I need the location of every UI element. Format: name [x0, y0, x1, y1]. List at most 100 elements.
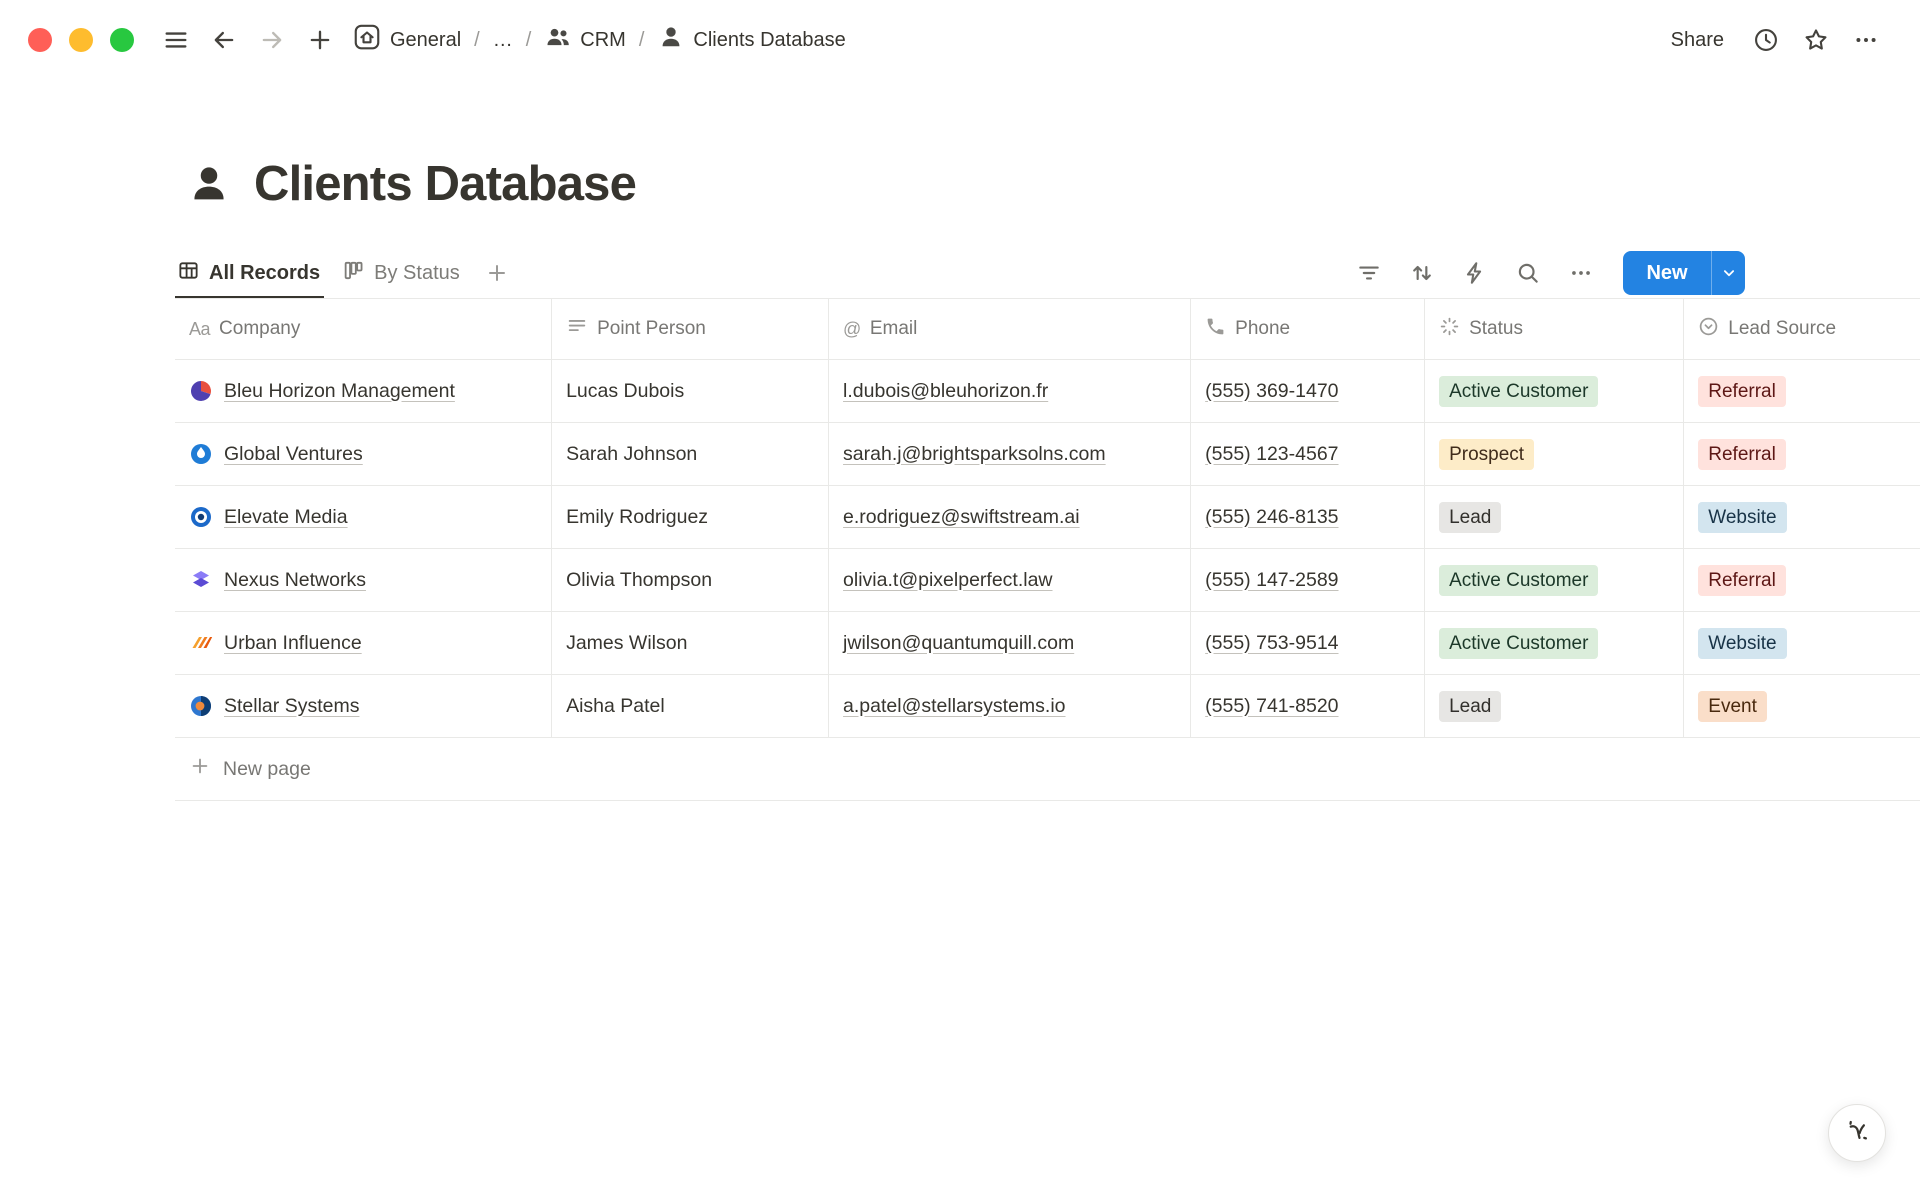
company-name[interactable]: Bleu Horizon Management [224, 380, 455, 403]
company-name[interactable]: Nexus Networks [224, 569, 366, 592]
column-header-phone[interactable]: Phone [1191, 299, 1425, 359]
lead-source-cell[interactable]: Website [1684, 612, 1920, 674]
email-cell[interactable]: sarah.j@brightsparksolns.com [829, 423, 1191, 485]
point-person-cell[interactable]: Emily Rodriguez [552, 486, 829, 548]
table-row[interactable]: Global Ventures Sarah Johnson sarah.j@br… [175, 423, 1920, 486]
phone-cell[interactable]: (555) 147-2589 [1191, 549, 1425, 611]
point-person-cell[interactable]: Aisha Patel [552, 675, 829, 737]
email-cell[interactable]: e.rodriguez@swiftstream.ai [829, 486, 1191, 548]
company-name[interactable]: Stellar Systems [224, 695, 359, 718]
company-cell[interactable]: Elevate Media [175, 486, 552, 548]
search-icon[interactable] [1509, 255, 1546, 292]
back-icon[interactable] [206, 22, 242, 58]
status-cell[interactable]: Active Customer [1425, 549, 1684, 611]
more-icon[interactable] [1848, 22, 1884, 58]
board-view-icon [342, 259, 365, 288]
company-cell[interactable]: Nexus Networks [175, 549, 552, 611]
status-cell[interactable]: Active Customer [1425, 360, 1684, 422]
breadcrumb-crm[interactable]: CRM [540, 20, 630, 60]
breadcrumb-separator: / [474, 29, 480, 52]
chevron-down-icon[interactable] [1712, 264, 1745, 282]
email-cell[interactable]: l.dubois@bleuhorizon.fr [829, 360, 1191, 422]
filter-icon[interactable] [1350, 255, 1387, 292]
view-more-icon[interactable] [1562, 255, 1599, 292]
email-cell[interactable]: jwilson@quantumquill.com [829, 612, 1191, 674]
new-record-button[interactable]: New [1623, 251, 1745, 295]
table-row[interactable]: Urban Influence James Wilson jwilson@qua… [175, 612, 1920, 675]
menu-icon[interactable] [158, 22, 194, 58]
column-label: Status [1469, 318, 1523, 340]
page-title[interactable]: Clients Database [254, 156, 636, 212]
star-icon[interactable] [1798, 22, 1834, 58]
breadcrumb-page[interactable]: Clients Database [653, 20, 849, 60]
phone-cell[interactable]: (555) 753-9514 [1191, 612, 1425, 674]
share-button[interactable]: Share [1661, 24, 1734, 57]
email-cell[interactable]: a.patel@stellarsystems.io [829, 675, 1191, 737]
lead-source-cell[interactable]: Referral [1684, 423, 1920, 485]
automation-icon[interactable] [1456, 255, 1493, 292]
tab-all-records[interactable]: All Records [175, 248, 330, 298]
sort-icon[interactable] [1403, 255, 1440, 292]
point-person-cell[interactable]: Olivia Thompson [552, 549, 829, 611]
lead-source-badge: Referral [1698, 376, 1786, 407]
point-person-cell[interactable]: Lucas Dubois [552, 360, 829, 422]
table-row[interactable]: Bleu Horizon Management Lucas Dubois l.d… [175, 360, 1920, 423]
status-cell[interactable]: Lead [1425, 486, 1684, 548]
company-cell[interactable]: Global Ventures [175, 423, 552, 485]
breadcrumb-separator: / [639, 29, 645, 52]
phone-cell[interactable]: (555) 369-1470 [1191, 360, 1425, 422]
column-label: Point Person [597, 318, 706, 340]
company-cell[interactable]: Urban Influence [175, 612, 552, 674]
column-header-company[interactable]: Aa Company [175, 299, 552, 359]
lead-source-cell[interactable]: Referral [1684, 360, 1920, 422]
breadcrumb-collapsed[interactable]: … [489, 26, 517, 55]
table-row[interactable]: Stellar Systems Aisha Patel a.patel@stel… [175, 675, 1920, 738]
column-header-lead-source[interactable]: Lead Source [1684, 299, 1920, 359]
close-window-button[interactable] [28, 28, 52, 52]
point-person-cell[interactable]: James Wilson [552, 612, 829, 674]
table-row[interactable]: Nexus Networks Olivia Thompson olivia.t@… [175, 549, 1920, 612]
lead-source-cell[interactable]: Referral [1684, 549, 1920, 611]
status-cell[interactable]: Lead [1425, 675, 1684, 737]
email-value: jwilson@quantumquill.com [843, 632, 1074, 655]
email-cell[interactable]: olivia.t@pixelperfect.law [829, 549, 1191, 611]
phone-cell[interactable]: (555) 123-4567 [1191, 423, 1425, 485]
company-cell[interactable]: Stellar Systems [175, 675, 552, 737]
lead-source-cell[interactable]: Website [1684, 486, 1920, 548]
phone-cell[interactable]: (555) 741-8520 [1191, 675, 1425, 737]
new-tab-icon[interactable] [302, 22, 338, 58]
view-tools: New [1350, 251, 1745, 295]
ai-assistant-button[interactable] [1828, 1104, 1886, 1162]
company-name[interactable]: Elevate Media [224, 506, 348, 529]
status-cell[interactable]: Active Customer [1425, 612, 1684, 674]
phone-value: (555) 369-1470 [1205, 380, 1338, 403]
column-header-email[interactable]: @ Email [829, 299, 1191, 359]
column-header-status[interactable]: Status [1425, 299, 1684, 359]
window-titlebar: General / … / CRM / Cl [0, 0, 1920, 80]
column-header-point-person[interactable]: Point Person [552, 299, 829, 359]
person-name: Olivia Thompson [566, 569, 712, 592]
zoom-window-button[interactable] [110, 28, 134, 52]
add-view-icon[interactable] [480, 256, 514, 290]
status-badge: Active Customer [1439, 565, 1598, 596]
lead-source-cell[interactable]: Event [1684, 675, 1920, 737]
company-cell[interactable]: Bleu Horizon Management [175, 360, 552, 422]
status-badge: Prospect [1439, 439, 1534, 470]
phone-cell[interactable]: (555) 246-8135 [1191, 486, 1425, 548]
table-row[interactable]: Elevate Media Emily Rodriguez e.rodrigue… [175, 486, 1920, 549]
tab-by-status[interactable]: By Status [340, 248, 470, 298]
point-person-cell[interactable]: Sarah Johnson [552, 423, 829, 485]
company-name[interactable]: Urban Influence [224, 632, 362, 655]
breadcrumb-teamspace[interactable]: General [348, 19, 465, 61]
forward-icon[interactable] [254, 22, 290, 58]
lead-source-badge: Website [1698, 628, 1786, 659]
nexus-networks-logo-icon [189, 568, 213, 592]
minimize-window-button[interactable] [69, 28, 93, 52]
page-person-icon[interactable] [186, 161, 232, 207]
status-badge: Lead [1439, 691, 1501, 722]
email-value: e.rodriguez@swiftstream.ai [843, 506, 1080, 529]
status-cell[interactable]: Prospect [1425, 423, 1684, 485]
new-page-button[interactable]: New page [175, 738, 1920, 801]
history-icon[interactable] [1748, 22, 1784, 58]
company-name[interactable]: Global Ventures [224, 443, 363, 466]
